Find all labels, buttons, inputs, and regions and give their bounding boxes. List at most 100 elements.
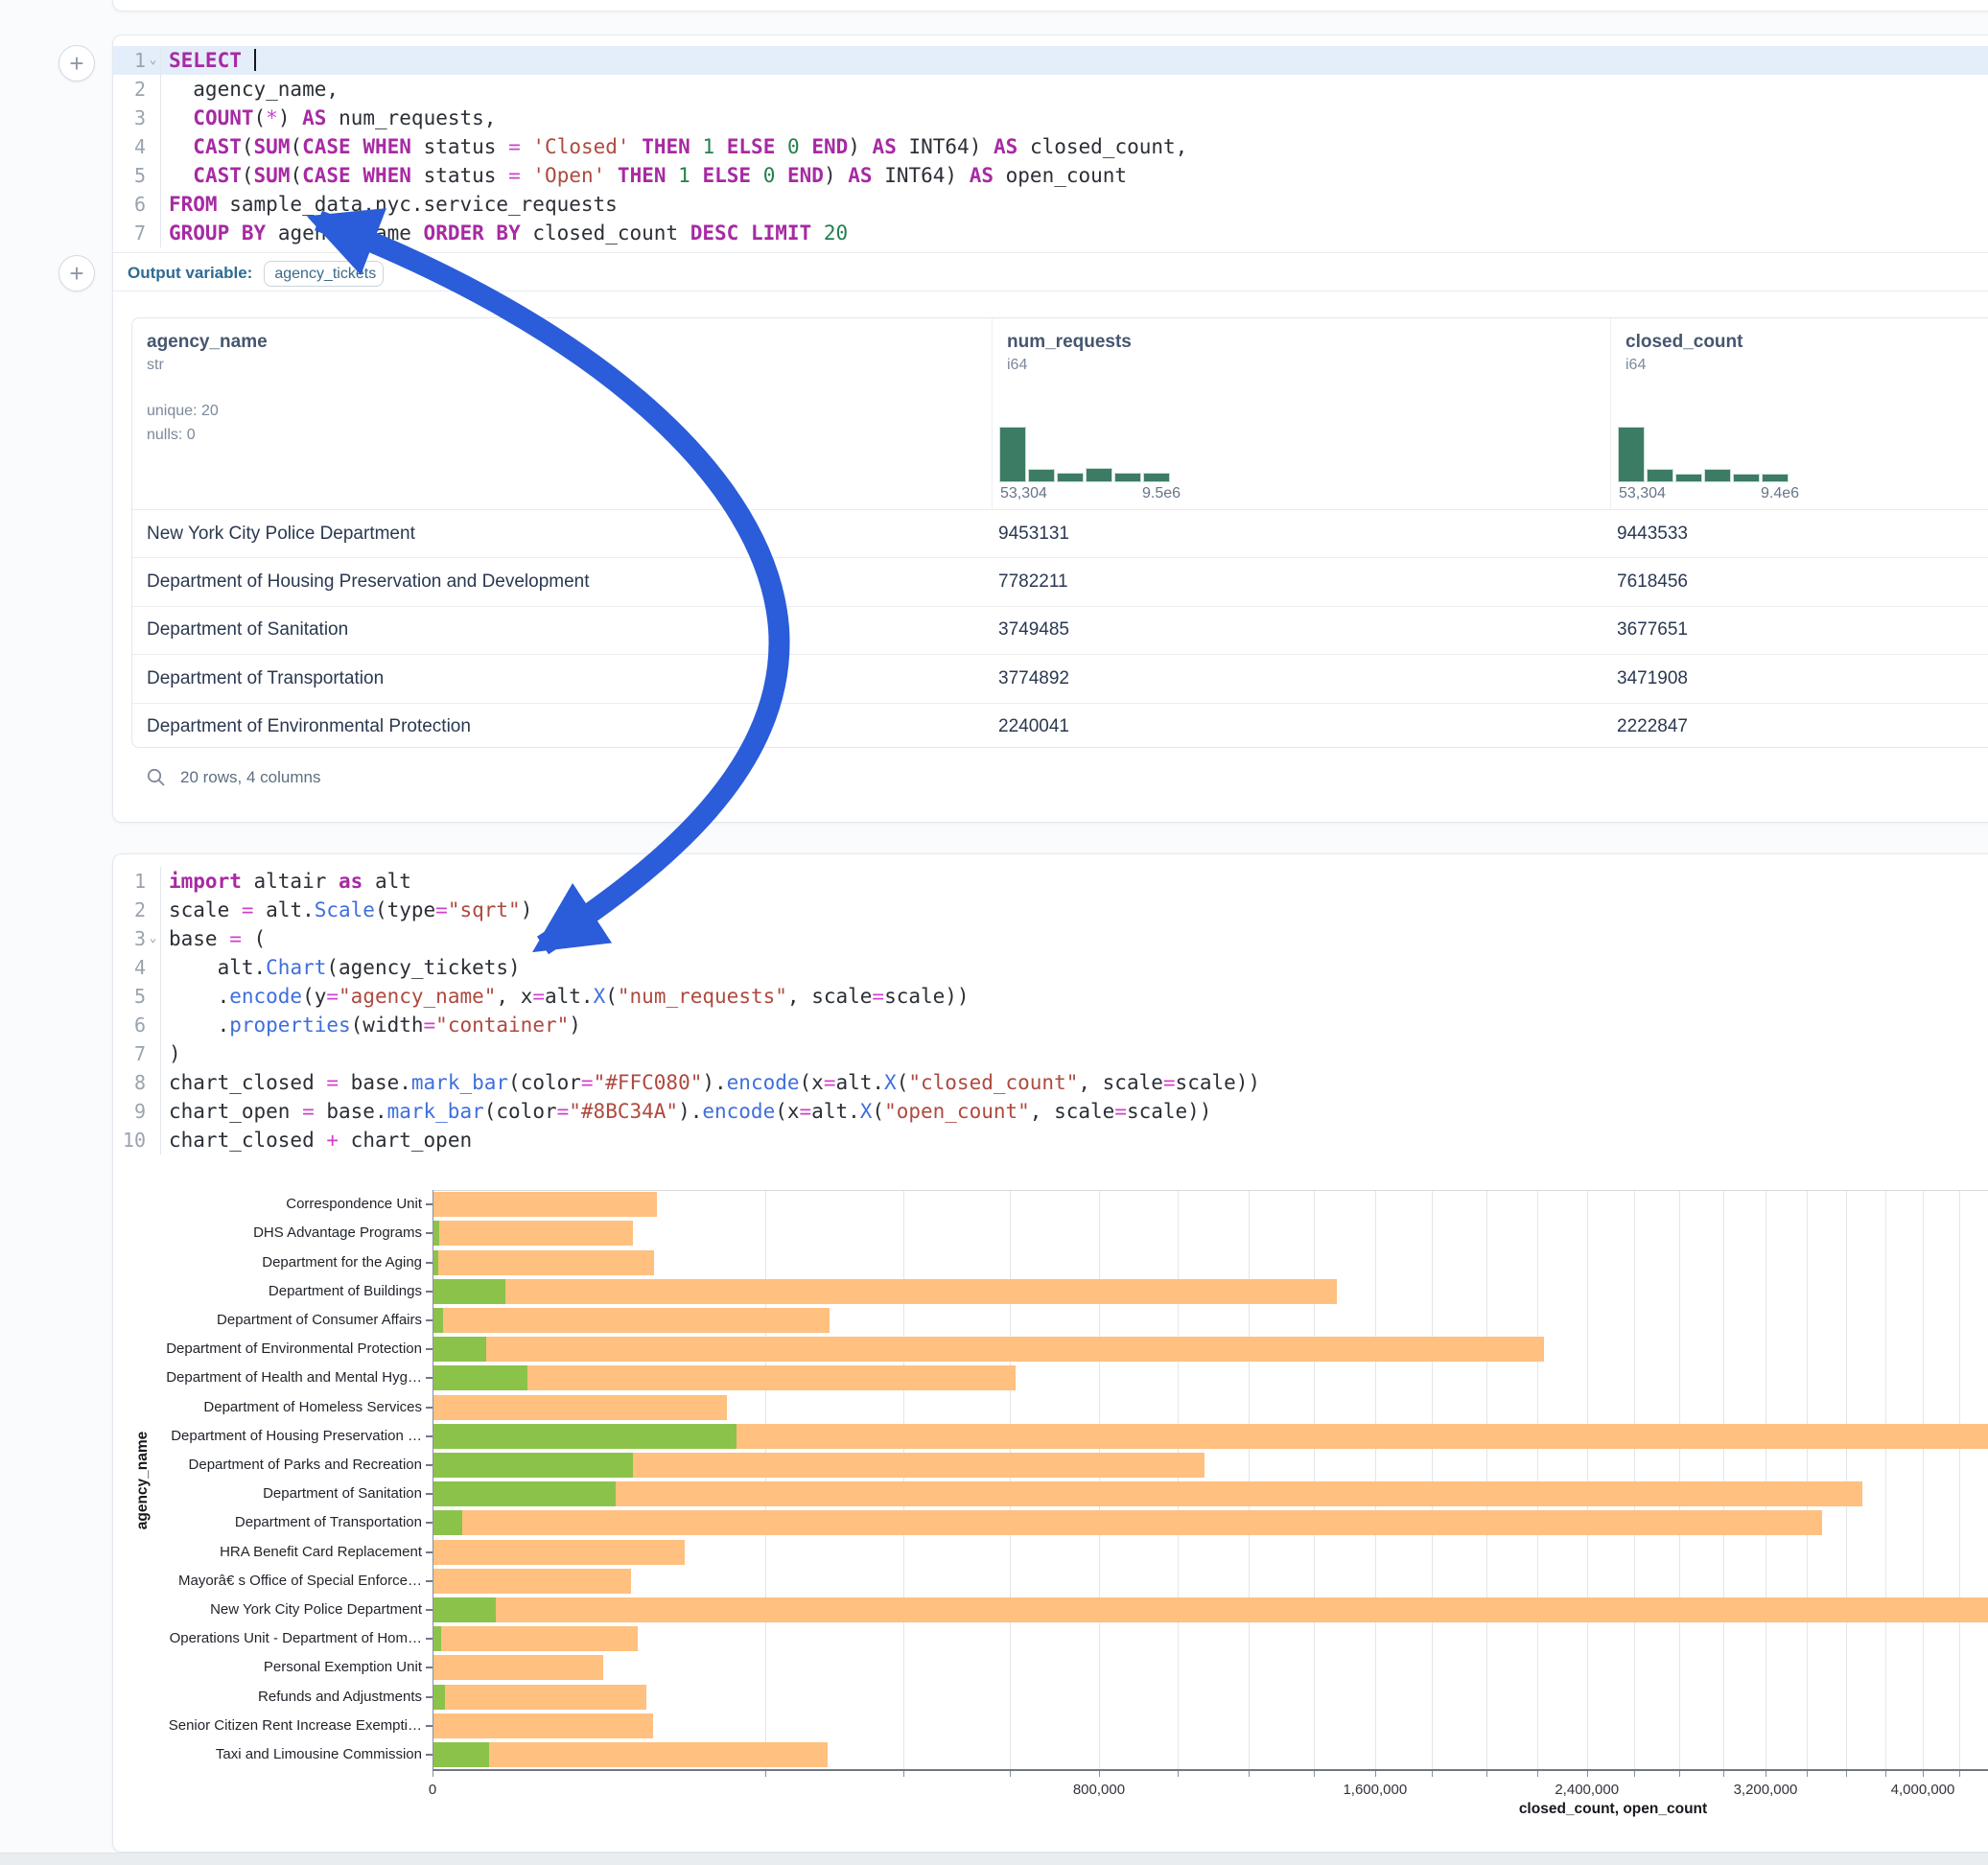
code-token: CAST [193, 135, 242, 158]
table-row[interactable]: Department of Transportation377489234719… [132, 655, 1988, 703]
code-line-7[interactable]: 7GROUP BY agency_name ORDER BY closed_co… [113, 219, 1988, 247]
code-line-2[interactable]: 2scale = alt.Scale(type="sqrt") [113, 896, 1988, 924]
code-line-5[interactable]: 5 CAST(SUM(CASE WHEN status = 'Open' THE… [113, 161, 1988, 190]
code-token: = [326, 985, 339, 1008]
code-line-10[interactable]: 10chart_closed + chart_open [113, 1126, 1988, 1154]
fold-chevron-icon[interactable]: ⌄ [146, 46, 160, 75]
code-token: AS [302, 106, 326, 129]
code-token [811, 221, 824, 245]
table-row[interactable]: New York City Police Department945313194… [132, 510, 1988, 558]
code-token: ELSE [702, 164, 751, 187]
page-bottom-strip [0, 1853, 1988, 1865]
code-line-1[interactable]: 1⌄SELECT [113, 46, 1988, 75]
table-row[interactable]: Department of Sanitation37494853677651 [132, 607, 1988, 655]
code-line-6[interactable]: 6 .properties(width="container") [113, 1011, 1988, 1039]
code-token: = [302, 1100, 315, 1123]
code-token: ( [290, 164, 302, 187]
code-line-5[interactable]: 5 .encode(y="agency_name", x=alt.X("num_… [113, 982, 1988, 1011]
code-token: alt [363, 870, 411, 893]
python-code-editor[interactable]: 1import altair as alt2scale = alt.Scale(… [113, 867, 1988, 1154]
code-token: chart_open [169, 1100, 302, 1123]
histogram-bar [1144, 474, 1169, 481]
histogram-bar [1087, 469, 1111, 481]
code-text: COUNT(*) AS num_requests, [160, 104, 1988, 132]
code-token: ( [290, 135, 302, 158]
code-token: ) [278, 106, 302, 129]
code-line-4[interactable]: 4 CAST(SUM(CASE WHEN status = 'Closed' T… [113, 132, 1988, 161]
table-cell: 7782211 [992, 571, 1610, 593]
histogram-bar [1705, 470, 1730, 481]
code-token: ) [169, 1042, 181, 1065]
code-token: ( [872, 1100, 884, 1123]
histogram-bar [1058, 474, 1083, 481]
code-token: END [811, 135, 848, 158]
code-token: chart_open [339, 1129, 472, 1152]
table-row[interactable]: Department of Housing Preservation and D… [132, 558, 1988, 606]
code-token: = [508, 164, 521, 187]
column-header-num_requests[interactable]: num_requestsi6453,3049.5e6 [992, 318, 1610, 509]
code-line-7[interactable]: 7) [113, 1039, 1988, 1068]
code-token: ( [242, 135, 254, 158]
code-token: X [594, 985, 606, 1008]
code-token: encode [702, 1100, 775, 1123]
code-token: AS [873, 135, 897, 158]
table-cell: 3749485 [992, 619, 1610, 641]
code-token: SUM [254, 135, 291, 158]
code-token: base [169, 927, 229, 950]
code-token: COUNT [193, 106, 253, 129]
code-line-6[interactable]: 6FROM sample_data.nyc.service_requests [113, 190, 1988, 219]
line-number: 5 [113, 982, 146, 1011]
code-token: DESC [690, 221, 739, 245]
code-token: INT64) [897, 135, 994, 158]
code-token: "open_count" [884, 1100, 1030, 1123]
search-icon[interactable] [146, 767, 167, 788]
line-number: 3 [113, 924, 146, 953]
histogram-bar [1676, 475, 1701, 481]
code-line-9[interactable]: 9chart_open = base.mark_bar(color="#8BC3… [113, 1097, 1988, 1126]
code-token: ( [605, 985, 618, 1008]
code-text: alt.Chart(agency_tickets) [160, 953, 1988, 982]
table-cell: Department of Sanitation [132, 619, 992, 641]
code-token: = [1114, 1100, 1127, 1123]
code-token: (x [800, 1071, 824, 1094]
output-variable-pill[interactable]: agency_tickets [264, 261, 384, 287]
code-line-3[interactable]: 3 COUNT(*) AS num_requests, [113, 104, 1988, 132]
code-token: 1 [678, 164, 690, 187]
code-line-8[interactable]: 8chart_closed = base.mark_bar(color="#FF… [113, 1068, 1988, 1097]
code-token: alt. [254, 898, 315, 921]
code-line-1[interactable]: 1import altair as alt [113, 867, 1988, 896]
table-cell: 3471908 [1610, 668, 1988, 689]
code-line-4[interactable]: 4 alt.Chart(agency_tickets) [113, 953, 1988, 982]
table-cell: 7618456 [1610, 571, 1988, 593]
code-token: mark_bar [387, 1100, 484, 1123]
code-token: SELECT [169, 49, 242, 72]
code-token: ). [702, 1071, 726, 1094]
code-line-3[interactable]: 3⌄base = ( [113, 924, 1988, 953]
fold-chevron-icon[interactable]: ⌄ [146, 924, 160, 953]
code-token: , scale [787, 985, 873, 1008]
code-token: Chart [266, 956, 326, 979]
code-token [242, 49, 254, 72]
column-header-agency_name[interactable]: agency_namestrunique: 20nulls: 0 [132, 318, 992, 509]
column-header-closed_count[interactable]: closed_counti6453,3049.4e6 [1610, 318, 1988, 509]
code-token: THEN [642, 135, 690, 158]
code-token: . [169, 1014, 229, 1037]
code-token: alt. [811, 1100, 860, 1123]
code-token: status [411, 135, 508, 158]
python-cell: 1import altair as alt2scale = alt.Scale(… [112, 853, 1988, 1853]
add-cell-button-middle[interactable]: + [58, 255, 95, 291]
code-line-2[interactable]: 2 agency_name, [113, 75, 1988, 104]
code-token: X [860, 1100, 873, 1123]
table-row[interactable]: Department of Environmental Protection22… [132, 704, 1988, 748]
code-text: import altair as alt [160, 867, 1988, 896]
column-type: str [147, 357, 992, 374]
code-token: scale)) [884, 985, 970, 1008]
column-name: closed_count [1625, 332, 1988, 353]
sql-code-editor[interactable]: 1 ⌄ SELECT 2 agency_name,3 COUNT(*) AS num… [113, 46, 1988, 247]
table-cell: 3774892 [992, 668, 1610, 689]
add-cell-button-top[interactable]: + [58, 45, 95, 82]
code-token: WHEN [363, 164, 411, 187]
code-token: (color [484, 1100, 557, 1123]
code-token [800, 135, 812, 158]
code-token: mark_bar [411, 1071, 508, 1094]
